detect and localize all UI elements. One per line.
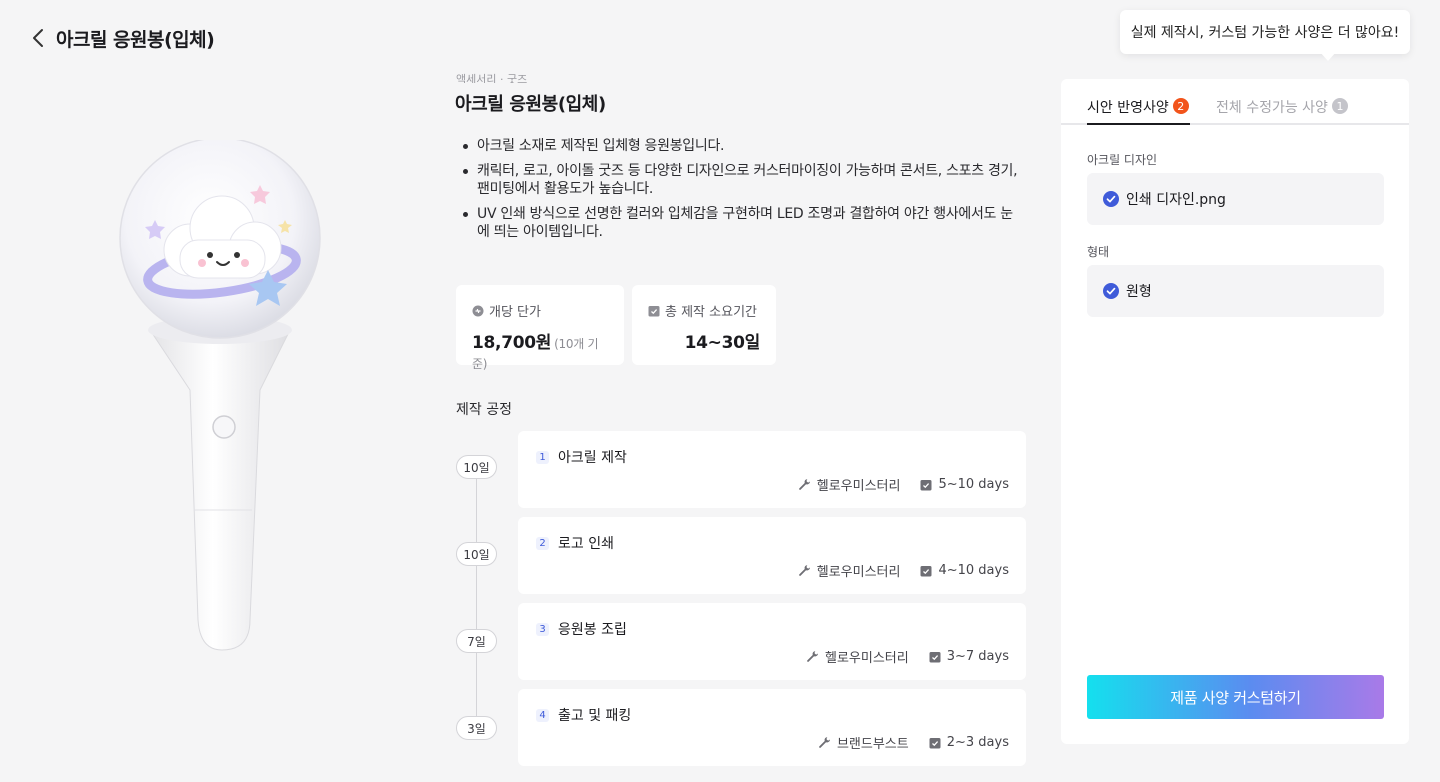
chevron-left-icon (33, 29, 43, 47)
page-header: 아크릴 응원봉(입체) (32, 24, 215, 52)
check-circle-icon (1103, 283, 1119, 299)
description-item: 캐릭터, 로고, 아이돌 굿즈 등 다양한 디자인으로 커스터마이징이 가능하며… (460, 162, 1020, 198)
spec-panel: 시안 반영사양 2 전체 수정가능 사양 1 아크릴 디자인 인쇄 디자인.pn… (1061, 79, 1409, 744)
calendar-check-icon (920, 479, 932, 490)
step-number: 3 (536, 622, 549, 636)
field-label: 형태 (1087, 245, 1110, 259)
step-days-badge: 10일 (456, 542, 497, 566)
step-vendor: 헬로우미스터리 (816, 565, 901, 580)
wrench-icon (819, 737, 830, 748)
step-name: 아크릴 제작 (558, 450, 627, 466)
wrench-icon (807, 651, 818, 662)
description-item: 아크릴 소재로 제작된 입체형 응원봉입니다. (460, 137, 1020, 155)
spec-option-value: 인쇄 디자인.png (1126, 192, 1226, 208)
lead-time-value: 14~30일 (684, 333, 761, 353)
tab-all-editable-specs[interactable]: 전체 수정가능 사양 1 (1216, 97, 1348, 125)
step-days-badge: 7일 (456, 629, 497, 653)
step-vendor: 헬로우미스터리 (825, 651, 909, 666)
product-category: 액세서리 · 굿즈 (456, 73, 528, 83)
product-name: 아크릴 응원봉(입체) (455, 94, 606, 115)
field-label: 아크릴 디자인 (1087, 153, 1158, 167)
count-badge: 1 (1331, 98, 1348, 114)
page-title: 아크릴 응원봉(입체) (56, 28, 215, 51)
step-vendor: 헬로우미스터리 (816, 479, 901, 494)
tab-label: 시안 반영사양 (1087, 100, 1169, 116)
unit-price-card: 개당 단가 18,700원 (10개 기준) (456, 285, 624, 371)
lead-time-card: 총 제작 소요기간 14~30일 (632, 285, 776, 365)
spec-option-design[interactable]: 인쇄 디자인.png (1087, 173, 1384, 225)
step-duration: 4~10 days (938, 563, 1009, 578)
step-duration: 2~3 days (946, 735, 1009, 750)
process-step-card: 2 로고 인쇄 헬로우미스터리 4~10 days (518, 517, 1026, 594)
back-button[interactable] (32, 24, 48, 52)
step-vendor: 브랜드부스트 (836, 737, 909, 752)
tab-label: 전체 수정가능 사양 (1216, 100, 1328, 116)
calendar-check-icon (648, 305, 660, 316)
calendar-check-icon (929, 651, 941, 662)
count-badge: 2 (1172, 98, 1189, 114)
unit-price-label: 개당 단가 (489, 305, 541, 320)
step-duration: 5~10 days (938, 477, 1009, 492)
process-step-card: 1 아크릴 제작 헬로우미스터리 5~10 days (518, 431, 1026, 508)
unit-price-value: 18,700원 (472, 333, 552, 353)
step-number: 1 (536, 450, 549, 464)
step-days-badge: 10일 (456, 455, 497, 479)
step-name: 출고 및 패킹 (558, 708, 632, 724)
product-image (119, 140, 321, 651)
calendar-check-icon (929, 737, 941, 748)
customize-spec-button[interactable]: 제품 사양 커스텀하기 (1087, 675, 1384, 719)
tooltip-arrow (1320, 52, 1336, 61)
spec-option-shape[interactable]: 원형 (1087, 265, 1384, 317)
coin-icon (472, 305, 484, 316)
check-circle-icon (1103, 191, 1119, 207)
step-name: 로고 인쇄 (558, 536, 614, 552)
tab-applied-specs[interactable]: 시안 반영사양 2 (1087, 97, 1190, 125)
process-step-card: 3 응원봉 조립 헬로우미스터리 3~7 days (518, 603, 1026, 680)
description-item: UV 인쇄 방식으로 선명한 컬러와 입체감을 구현하며 LED 조명과 결합하… (460, 205, 1020, 241)
process-step-card: 4 출고 및 패킹 브랜드부스트 2~3 days (518, 689, 1026, 766)
spec-tabs: 시안 반영사양 2 전체 수정가능 사양 1 (1061, 97, 1409, 125)
step-name: 응원봉 조립 (558, 622, 627, 638)
spec-tooltip: 실제 제작시, 커스텀 가능한 사양은 더 많아요! (1120, 10, 1410, 54)
wrench-icon (798, 565, 810, 576)
step-number: 4 (536, 708, 549, 722)
product-description: 아크릴 소재로 제작된 입체형 응원봉입니다. 캐릭터, 로고, 아이돌 굿즈 … (460, 137, 1020, 248)
wrench-icon (798, 479, 810, 490)
lead-time-label: 총 제작 소요기간 (665, 305, 757, 320)
calendar-check-icon (920, 565, 932, 576)
step-days-badge: 3일 (456, 716, 497, 740)
timeline-line (476, 470, 477, 730)
spec-option-value: 원형 (1126, 284, 1152, 300)
process-title: 제작 공정 (456, 402, 512, 418)
step-number: 2 (536, 536, 549, 550)
step-duration: 3~7 days (946, 649, 1009, 664)
